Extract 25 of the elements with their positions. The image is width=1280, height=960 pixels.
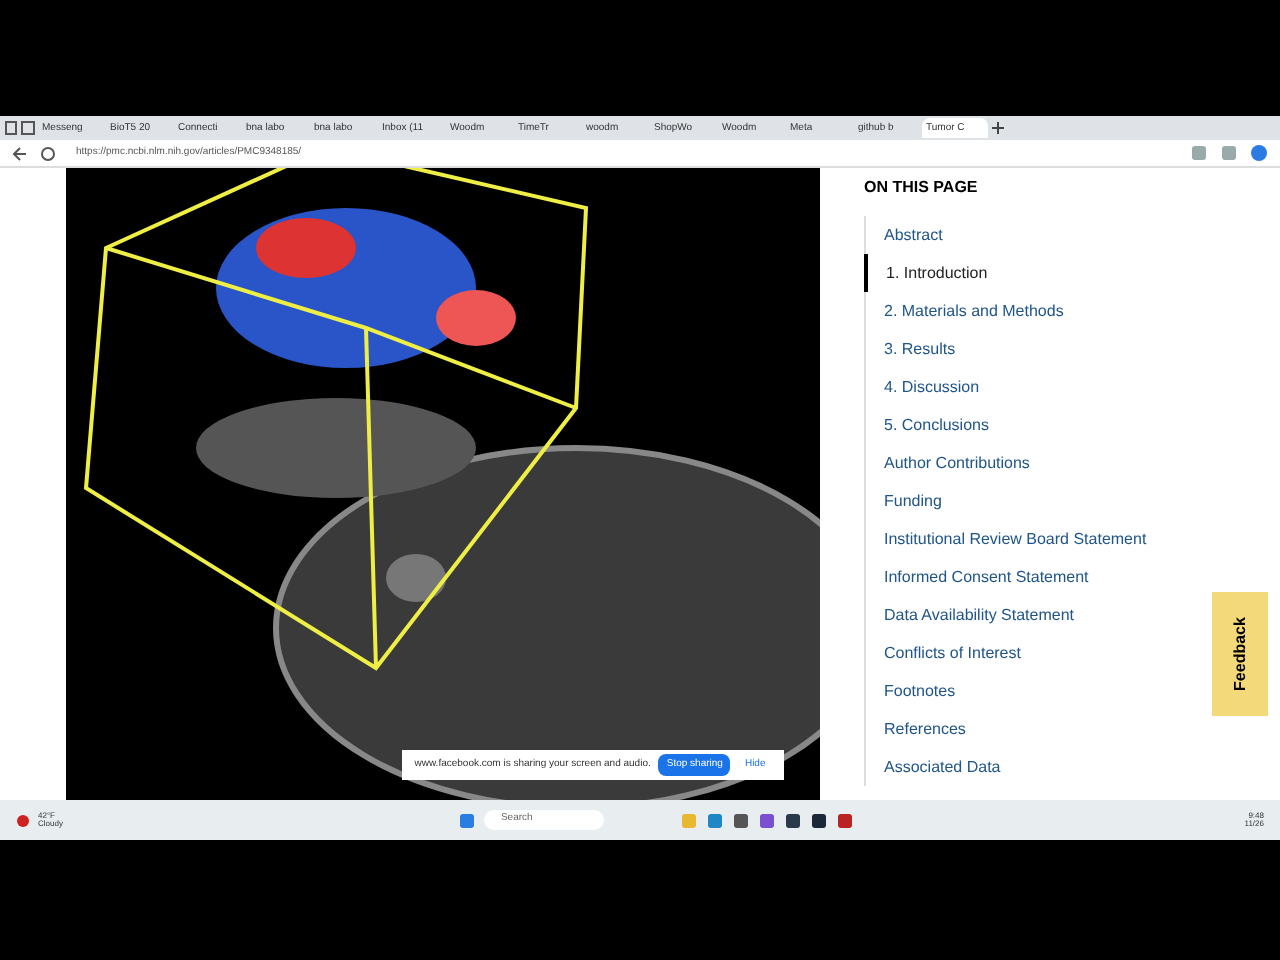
refresh-icon[interactable]: [40, 145, 56, 161]
sidebar-link[interactable]: References: [866, 710, 966, 748]
profile-icon[interactable]: [1250, 144, 1268, 162]
new-tab-icon[interactable]: [990, 120, 1006, 136]
sidebar-link[interactable]: 5. Conclusions: [866, 406, 989, 444]
sidebar-link[interactable]: 3. Results: [866, 330, 956, 368]
sidebar-link[interactable]: Footnotes: [866, 672, 956, 710]
feedback-button[interactable]: Feedback: [1212, 592, 1268, 716]
sidebar-link[interactable]: 1. Introduction: [864, 254, 988, 292]
sidebar-link[interactable]: Associated Data: [866, 748, 1001, 786]
sidebar-link[interactable]: Conflicts of Interest: [866, 634, 1021, 672]
browser-icon[interactable]: [706, 811, 725, 829]
weather-icon: [16, 813, 30, 827]
start-icon[interactable]: [458, 811, 477, 829]
back-icon[interactable]: [12, 145, 28, 161]
tab-actions-icon[interactable]: [4, 120, 36, 136]
sidebar-link[interactable]: Author Contributions: [866, 444, 1030, 482]
sidebar-link[interactable]: 2. Materials and Methods: [866, 292, 1064, 330]
sidebar-heading: ON THIS PAGE: [864, 176, 980, 200]
sidebar-link[interactable]: Funding: [866, 482, 942, 520]
sidebar-link[interactable]: Abstract: [866, 216, 943, 254]
sidebar-link[interactable]: Institutional Review Board Statement: [866, 520, 1147, 558]
sidebar-link[interactable]: Data Availability Statement: [866, 596, 1075, 634]
sidebar-link[interactable]: Informed Consent Statement: [866, 558, 1089, 596]
sidebar-link[interactable]: 4. Discussion: [866, 368, 980, 406]
